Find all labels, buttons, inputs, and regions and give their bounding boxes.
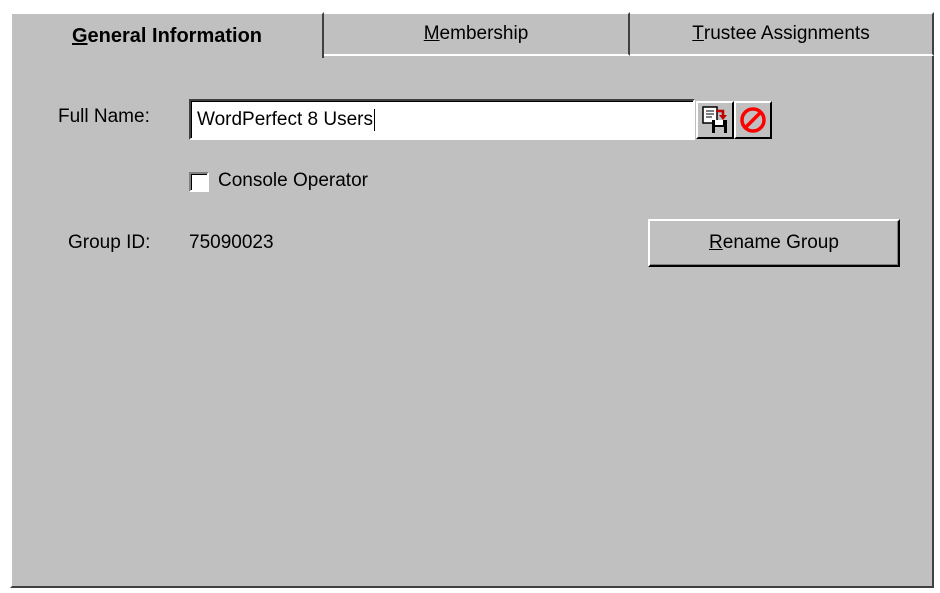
tab-strip: General Information Membership Trustee A… (10, 12, 934, 58)
cancel-button[interactable] (734, 101, 772, 139)
full-name-label: Full Name: (58, 106, 150, 127)
rename-group-button[interactable]: Rename Group (648, 219, 900, 267)
button-accelerator: R (709, 232, 723, 253)
no-entry-icon (740, 107, 766, 133)
group-id-value: 75090023 (189, 232, 274, 253)
full-name-value: WordPerfect 8 Users (197, 108, 373, 130)
tab-label: embership (439, 23, 529, 44)
tab-label-accelerator: T (692, 23, 704, 44)
copy-save-button[interactable] (696, 101, 734, 139)
group-id-label: Group ID: (68, 232, 151, 253)
tab-trustee-assignments[interactable]: Trustee Assignments (630, 12, 934, 56)
text-caret (373, 108, 375, 131)
full-name-field[interactable]: WordPerfect 8 Users (189, 99, 695, 140)
tab-label-accelerator: G (71, 24, 88, 47)
tab-general-information[interactable]: General Information (10, 12, 324, 58)
tab-label: eneral Information (87, 24, 263, 47)
copy-save-icon (702, 106, 727, 133)
button-label: ename Group (722, 232, 839, 253)
console-operator-label[interactable]: Console Operator (218, 170, 368, 192)
tab-label-accelerator: M (423, 23, 440, 44)
tab-label: rustee Assignments (703, 23, 870, 44)
tab-membership[interactable]: Membership (324, 12, 630, 56)
properties-dialog: General Information Membership Trustee A… (10, 12, 934, 588)
console-operator-checkbox[interactable] (189, 172, 209, 192)
